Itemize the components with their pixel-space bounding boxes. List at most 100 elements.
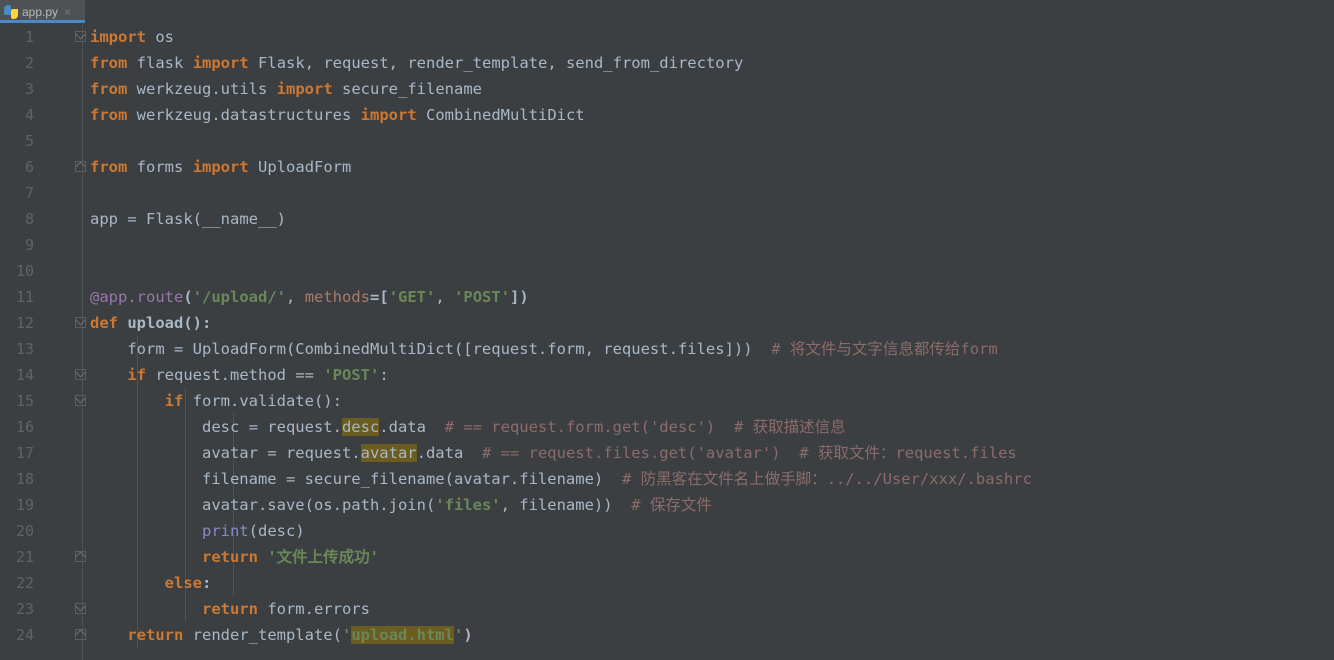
token-punctuation: ,	[286, 288, 305, 306]
line-number: 3	[24, 80, 34, 98]
token-comment: # == request.files.get('avatar')	[481, 444, 781, 462]
token-call: Flask(	[146, 210, 202, 228]
code-line[interactable]: 24 return render_template('upload.html')	[0, 622, 1334, 648]
token-unresolved-attribute: avatar	[360, 444, 417, 462]
code-line[interactable]: 18 filename = secure_filename(avatar.fil…	[0, 466, 1334, 492]
token-expression: request.method ==	[146, 366, 324, 384]
code-line[interactable]: 8 app = Flask(__name__)	[0, 206, 1334, 232]
fold-collapse-up-icon[interactable]	[74, 550, 87, 563]
line-number: 8	[24, 210, 34, 228]
token-expression: , filename))	[500, 496, 613, 514]
fold-collapse-down-icon[interactable]	[74, 601, 87, 615]
token-string: 'files'	[435, 496, 501, 514]
code-line[interactable]: 3 from werkzeug.utils import secure_file…	[0, 76, 1334, 102]
code-line[interactable]: 2 from flask import Flask, request, rend…	[0, 50, 1334, 76]
code-text: from werkzeug.datastructures import Comb…	[90, 102, 585, 128]
code-line[interactable]: 7	[0, 180, 1334, 206]
token-names: UploadForm	[258, 158, 352, 176]
close-icon[interactable]: ×	[64, 6, 71, 18]
token-identifier: os	[155, 28, 175, 46]
fold-collapse-down-icon[interactable]	[74, 367, 87, 381]
python-file-icon	[4, 4, 18, 19]
token-keyword: return	[201, 600, 258, 618]
code-line[interactable]: 23 return form.errors	[0, 596, 1334, 622]
code-text: from werkzeug.utils import secure_filena…	[90, 76, 482, 102]
code-editor[interactable]: 1 import os 2 from flask import Flask, r…	[0, 24, 1334, 660]
code-line[interactable]: 5	[0, 128, 1334, 154]
token-kwarg: methods	[304, 288, 371, 306]
token-at: @	[90, 288, 100, 306]
code-line[interactable]: 19 avatar.save(os.path.join('files', fil…	[0, 492, 1334, 518]
line-number: 1	[24, 28, 34, 46]
code-line[interactable]: 6 from forms import UploadForm	[0, 154, 1334, 180]
code-text: form = UploadForm(CombinedMultiDict([req…	[90, 336, 997, 362]
fold-collapse-up-icon[interactable]	[74, 628, 87, 641]
token-string: 'POST'	[454, 288, 511, 306]
code-line[interactable]: 16 desc = request.desc.data # == request…	[0, 414, 1334, 440]
code-line[interactable]: 9	[0, 232, 1334, 258]
token-punctuation: ():	[183, 314, 212, 332]
code-line[interactable]: 13 form = UploadForm(CombinedMultiDict([…	[0, 336, 1334, 362]
token-expression: avatar = request.	[201, 444, 361, 462]
token-keyword: from	[90, 54, 128, 72]
code-text: filename = secure_filename(avatar.filena…	[90, 466, 1032, 492]
token-comment: # == request.form.get('desc')	[444, 418, 716, 436]
token-punctuation: (	[183, 288, 193, 306]
line-number: 23	[15, 600, 34, 618]
code-line[interactable]: 12 def upload():	[0, 310, 1334, 336]
line-number: 10	[15, 262, 34, 280]
code-line[interactable]: 21 return '文件上传成功'	[0, 544, 1334, 570]
token-keyword: import	[360, 106, 417, 124]
token-decorator: app.route	[99, 288, 184, 306]
code-line[interactable]: 4 from werkzeug.datastructures import Co…	[0, 102, 1334, 128]
token-function-name: upload	[118, 314, 184, 332]
code-line[interactable]: 17 avatar = request.avatar.data # == req…	[0, 440, 1334, 466]
fold-collapse-down-icon[interactable]	[74, 315, 87, 329]
token-keyword: from	[90, 106, 128, 124]
token-punctuation: ])	[510, 288, 529, 306]
token-keyword: return	[127, 626, 184, 644]
code-line[interactable]: 22 else:	[0, 570, 1334, 596]
code-line[interactable]: 10	[0, 258, 1334, 284]
token-keyword: from	[90, 80, 128, 98]
line-number: 13	[15, 340, 34, 358]
code-line[interactable]: 1 import os	[0, 24, 1334, 50]
code-line[interactable]: 11 @app.route('/upload/', methods=['GET'…	[0, 284, 1334, 310]
code-line[interactable]: 14 if request.method == 'POST':	[0, 362, 1334, 388]
token-string: '/upload/'	[192, 288, 287, 306]
token-expression: desc = request.	[201, 418, 342, 436]
code-line[interactable]: 15 if form.validate():	[0, 388, 1334, 414]
fold-collapse-down-icon[interactable]	[74, 393, 87, 407]
token-expression: filename = secure_filename(avatar.filena…	[201, 470, 604, 488]
token-module: flask	[136, 54, 184, 72]
line-number: 20	[15, 522, 34, 540]
token-expression: avatar.save(os.path.join(	[201, 496, 436, 514]
line-number: 5	[24, 132, 34, 150]
line-number: 2	[24, 54, 34, 72]
token-punctuation: )	[276, 210, 286, 228]
code-text: avatar.save(os.path.join('files', filena…	[90, 492, 712, 518]
fold-collapse-up-icon[interactable]	[74, 160, 87, 173]
code-text: return form.errors	[90, 596, 370, 622]
token-keyword: if	[127, 366, 146, 384]
token-quote: '	[453, 626, 464, 644]
token-unresolved-reference: upload.html	[351, 626, 454, 644]
token-keyword: import	[192, 54, 249, 72]
tab-app-py[interactable]: app.py ×	[0, 0, 85, 23]
fold-collapse-down-icon[interactable]	[74, 29, 87, 43]
token-comment: # 获取文件：request.files	[799, 444, 1017, 462]
code-text: else:	[90, 570, 212, 596]
token-module: werkzeug.datastructures	[136, 106, 352, 124]
code-line[interactable]: 20 print(desc)	[0, 518, 1334, 544]
